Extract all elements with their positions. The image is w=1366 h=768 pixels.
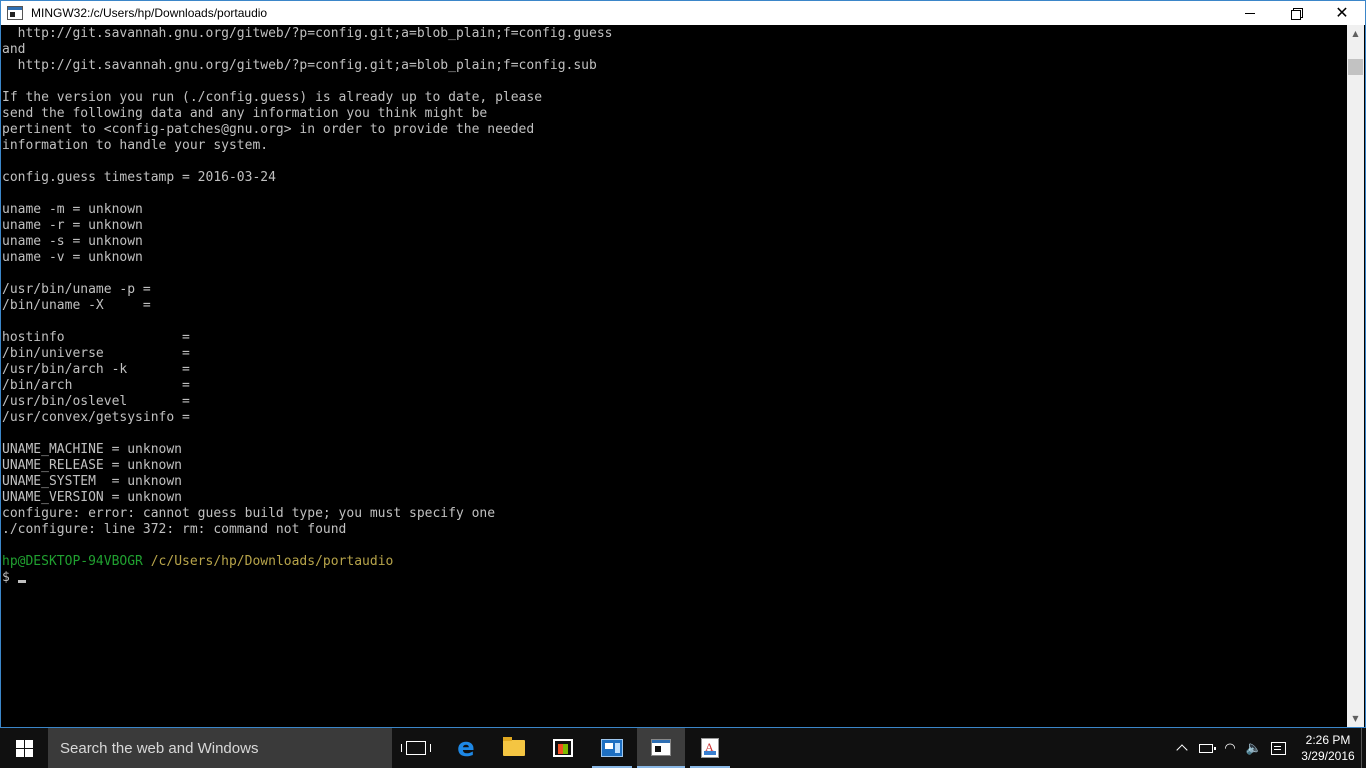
scroll-down-icon: ▼ — [1352, 714, 1359, 723]
terminal-line: ./configure: line 372: rm: command not f… — [2, 522, 347, 537]
title-bar[interactable]: MINGW32:/c/Users/hp/Downloads/portaudio … — [1, 1, 1365, 25]
taskbar-app-terminal[interactable] — [637, 728, 685, 768]
terminal-line: /bin/uname -X = — [2, 298, 151, 313]
start-button[interactable] — [0, 728, 48, 768]
terminal-line: UNAME_RELEASE = unknown — [2, 458, 183, 473]
windows-logo-icon — [15, 739, 33, 757]
document-icon — [701, 738, 719, 758]
terminal-line: configure: error: cannot guess build typ… — [2, 506, 496, 521]
terminal-line: uname -v = unknown — [2, 250, 143, 265]
folder-icon — [503, 737, 525, 756]
vertical-scrollbar[interactable]: ▲ ▼ — [1347, 25, 1364, 727]
battery-icon — [1199, 743, 1216, 753]
restore-button[interactable] — [1273, 1, 1319, 25]
close-button[interactable]: ✕ — [1319, 1, 1365, 25]
input-line[interactable]: $ — [2, 570, 1347, 586]
terminal-line: /usr/bin/oslevel = — [2, 394, 190, 409]
terminal-line: uname -m = unknown — [2, 202, 143, 217]
scroll-down-button[interactable]: ▼ — [1347, 710, 1364, 727]
text-cursor — [17, 580, 26, 583]
terminal-line: http://git.savannah.gnu.org/gitweb/?p=co… — [2, 58, 597, 73]
terminal-line: pertinent to <config-patches@gnu.org> in… — [2, 122, 535, 137]
taskbar-file-explorer[interactable] — [490, 728, 538, 768]
terminal-line: /usr/bin/uname -p = — [2, 282, 151, 297]
restore-icon — [1291, 8, 1303, 20]
battery-button[interactable] — [1194, 728, 1218, 768]
terminal-line: hostinfo = — [2, 330, 190, 345]
volume-icon: 🔈 — [1245, 740, 1263, 756]
window-title: MINGW32:/c/Users/hp/Downloads/portaudio — [31, 6, 268, 20]
terminal-line: /usr/bin/arch -k = — [2, 362, 190, 377]
show-desktop-button[interactable] — [1361, 728, 1366, 768]
terminal-line: UNAME_SYSTEM = unknown — [2, 474, 183, 489]
minimize-button[interactable] — [1227, 1, 1273, 25]
task-view-icon — [401, 741, 431, 755]
control-panel-icon — [601, 739, 623, 757]
terminal-line: UNAME_VERSION = unknown — [2, 490, 183, 505]
terminal-line: and — [2, 42, 26, 57]
minimize-icon — [1245, 12, 1255, 14]
system-tray: ◠ 🔈 — [1170, 728, 1290, 768]
prompt-user-host: hp@DESKTOP-94VBOGR — [2, 554, 143, 569]
wifi-icon: ◠ — [1224, 740, 1236, 756]
terminal-line: config.guess timestamp = 2016-03-24 — [2, 170, 276, 185]
taskbar-search-box[interactable]: Search the web and Windows — [48, 728, 392, 768]
show-hidden-icons-button[interactable] — [1170, 728, 1194, 768]
volume-button[interactable]: 🔈 — [1242, 728, 1266, 768]
prompt-symbol: $ — [2, 570, 10, 585]
prompt-line: hp@DESKTOP-94VBOGR /c/Users/hp/Downloads… — [2, 554, 1347, 570]
taskbar-app-control-panel[interactable] — [588, 728, 636, 768]
terminal-lines: http://git.savannah.gnu.org/gitweb/?p=co… — [2, 26, 1347, 554]
taskbar-edge[interactable]: e — [442, 728, 490, 768]
terminal-line: /usr/convex/getsysinfo = — [2, 410, 190, 425]
close-icon: ✕ — [1335, 3, 1349, 22]
action-center-button[interactable] — [1266, 728, 1290, 768]
terminal-line: If the version you run (./config.guess) … — [2, 90, 543, 105]
prompt-path: /c/Users/hp/Downloads/portaudio — [150, 554, 394, 569]
terminal-icon — [651, 738, 671, 756]
taskbar-app-document[interactable] — [686, 728, 734, 768]
edge-browser-icon: e — [457, 733, 475, 763]
terminal-output[interactable]: http://git.savannah.gnu.org/gitweb/?p=co… — [1, 25, 1347, 727]
task-view-button[interactable] — [392, 728, 440, 768]
search-placeholder: Search the web and Windows — [60, 739, 259, 757]
notification-icon — [1270, 741, 1286, 755]
taskbar-clock[interactable]: 2:26 PM 3/29/2016 — [1296, 728, 1360, 768]
chevron-up-icon — [1176, 744, 1188, 756]
clock-date: 3/29/2016 — [1301, 749, 1355, 763]
clock-time: 2:26 PM — [1305, 733, 1351, 747]
taskbar-store[interactable] — [539, 728, 587, 768]
terminal-line: http://git.savannah.gnu.org/gitweb/?p=co… — [2, 26, 613, 41]
store-icon — [553, 739, 573, 757]
terminal-line: uname -s = unknown — [2, 234, 143, 249]
terminal-line: /bin/universe = — [2, 346, 190, 361]
terminal-line: uname -r = unknown — [2, 218, 143, 233]
terminal-line: /bin/arch = — [2, 378, 190, 393]
scroll-up-button[interactable]: ▲ — [1347, 25, 1364, 42]
mintty-app-icon[interactable] — [7, 6, 23, 20]
scroll-thumb[interactable] — [1348, 59, 1363, 75]
scroll-up-icon: ▲ — [1352, 29, 1359, 38]
terminal-line: information to handle your system. — [2, 138, 269, 153]
terminal-line: UNAME_MACHINE = unknown — [2, 442, 183, 457]
network-button[interactable]: ◠ — [1218, 728, 1242, 768]
terminal-line: send the following data and any informat… — [2, 106, 488, 121]
